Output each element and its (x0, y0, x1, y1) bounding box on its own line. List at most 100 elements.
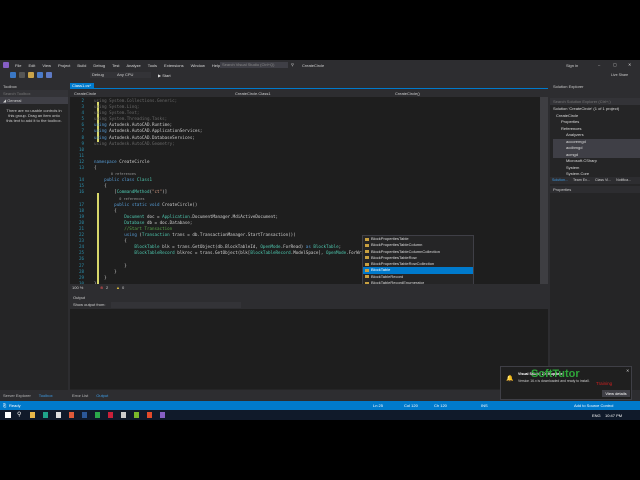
open-icon[interactable] (27, 72, 34, 78)
code-token: using (94, 134, 110, 140)
sign-in-link[interactable]: Sign in (566, 63, 578, 68)
nav-class[interactable]: CreateCircle.Class1 (235, 90, 271, 97)
app-icon[interactable] (82, 412, 87, 418)
live-share-button[interactable]: Live Share (611, 73, 628, 77)
left-bottom-tabs: Server Explorer Toolbox (3, 392, 61, 399)
menu-item-file[interactable]: File (15, 63, 21, 68)
solution-tab[interactable]: Class Vi... (595, 178, 611, 182)
save-icon[interactable] (36, 72, 43, 78)
code-token: Application (162, 213, 190, 219)
code-token: } (94, 274, 107, 280)
toolbox-search[interactable]: Search Toolbox (0, 90, 68, 97)
view-details-button[interactable]: View details (602, 390, 630, 397)
tab-server-explorer[interactable]: Server Explorer (3, 392, 31, 399)
code-token: using (94, 128, 110, 134)
autocad-icon[interactable] (108, 412, 113, 418)
code-editor[interactable]: 2 using System.Collections.Generic; 3 using… (70, 97, 540, 284)
maximize-button[interactable]: ▢ (613, 62, 617, 67)
explorer-icon[interactable] (30, 412, 35, 418)
status-col: Col 120 (404, 403, 418, 408)
platform-select[interactable]: Any CPU (115, 72, 151, 78)
tab-error-list[interactable]: Error List (72, 392, 88, 399)
menu-item-project[interactable]: Project (58, 63, 70, 68)
zoom-level[interactable]: 100 % (72, 284, 83, 292)
menu-item-edit[interactable]: Edit (28, 63, 35, 68)
code-token: CreateCircle (119, 158, 150, 164)
error-count[interactable]: 2 (106, 284, 108, 292)
minimize-button[interactable]: – (598, 62, 600, 67)
code-token: { (94, 165, 97, 171)
search-icon[interactable]: ⚲ (17, 411, 21, 418)
nav-member[interactable]: CreateCircle() (395, 90, 420, 97)
code-token: blk = trans.GetObject(db.BlockTableId, (159, 244, 261, 250)
solution-search[interactable]: Search Solution Explorer (Ctrl+;) (550, 98, 640, 105)
solution-tab[interactable]: Notifica... (616, 178, 631, 182)
app-icon[interactable] (121, 412, 126, 418)
search-icon[interactable]: ⚲ (291, 62, 294, 67)
chrome-icon[interactable] (69, 412, 74, 418)
code-token: using Autodesk.AutoCAD.Geometry; (94, 140, 175, 146)
code-token: CreateCircle() (162, 201, 198, 207)
close-notification-icon[interactable]: ✕ (626, 368, 629, 373)
undo-icon[interactable] (45, 72, 52, 78)
app-icon[interactable] (147, 412, 152, 418)
status-bar: ⎘ Ready Ln 25 Col 120 Ch 120 INS Add to … (0, 401, 640, 410)
error-icon[interactable]: ⊗ (100, 284, 103, 292)
back-icon[interactable] (9, 72, 16, 78)
code-token: .ModelSpace], (290, 250, 326, 256)
watermark-sub: Training (596, 381, 613, 386)
app-icon[interactable] (43, 412, 48, 418)
editor-status-bar: 100 % ⊗ 2 ▲ 0 (70, 284, 548, 292)
solution-tab[interactable]: Team Ex... (573, 178, 590, 182)
output-text[interactable] (70, 309, 548, 389)
code-token: namespace (94, 158, 120, 164)
code-lines[interactable]: 2 using System.Collections.Generic; 3 using… (70, 98, 399, 284)
menu-item-help[interactable]: Help (212, 63, 220, 68)
visual-studio-window: File Edit View Project Build Debug Test Analyze… (0, 60, 640, 420)
menu-item-tools[interactable]: Tools (148, 63, 157, 68)
warning-count[interactable]: 0 (122, 284, 124, 292)
start-button[interactable]: ▶ Start (158, 73, 171, 78)
tab-toolbox[interactable]: Toolbox (39, 392, 53, 399)
source-control-button[interactable]: Add to Source Control (574, 401, 613, 410)
menu-item-view[interactable]: View (42, 63, 51, 68)
autocomplete-list[interactable]: BlockPropertiesTable BlockPropertiesTable… (362, 235, 474, 284)
forward-icon[interactable] (18, 72, 25, 78)
close-button[interactable]: ✕ (628, 62, 631, 67)
menu-item-window[interactable]: Window (191, 63, 205, 68)
editor-scrollbar[interactable] (540, 97, 548, 284)
toolbox-group-general[interactable]: ◢ General (0, 97, 68, 104)
solution-tab[interactable]: Solution... (552, 178, 568, 182)
solution-tree[interactable]: Solution 'CreateCircle' (1 of 1 project)… (550, 105, 640, 177)
code-token: Class1 (136, 177, 152, 183)
code-token: "ct" (152, 189, 163, 195)
status-ch: Ch 120 (434, 403, 447, 408)
status-icon: ⎘ (3, 403, 7, 408)
clock[interactable]: 10:47 PM (605, 413, 622, 418)
main-menu: File Edit View Project Build Debug Test Analyze… (15, 63, 227, 68)
menu-item-extensions[interactable]: Extensions (164, 63, 184, 68)
notepad-icon[interactable] (56, 412, 61, 418)
menu-item-build[interactable]: Build (77, 63, 86, 68)
search-input[interactable]: Search Visual Studio (Ctrl+Q) (220, 62, 288, 68)
menu-item-analyze[interactable]: Analyze (126, 63, 140, 68)
output-source-select[interactable] (111, 301, 242, 308)
menu-item-debug[interactable]: Debug (93, 63, 105, 68)
taskbar-apps (30, 412, 173, 419)
app-icon[interactable] (95, 412, 100, 418)
visual-studio-icon[interactable] (160, 412, 165, 418)
code-token: using System.Collections.Generic; (94, 98, 178, 103)
solution-explorer-tabs: Solution... Team Ex... Class Vi... Notifica… (550, 177, 640, 184)
code-token: } (94, 262, 127, 268)
tab-class1[interactable]: Class1.cs* ✕ (70, 83, 94, 94)
nav-project[interactable]: CreateCircle (74, 90, 96, 97)
vs-logo-icon (3, 62, 9, 68)
warning-icon[interactable]: ▲ (116, 284, 120, 292)
code-token: blkrec = trans.GetObject(blk[ (174, 250, 251, 256)
windows-start-icon[interactable] (5, 412, 11, 418)
language-indicator[interactable]: ENG (592, 413, 601, 418)
tab-output[interactable]: Output (96, 392, 108, 399)
properties-title: Properties (550, 186, 640, 193)
menu-item-test[interactable]: Test (112, 63, 119, 68)
app-icon[interactable] (134, 412, 139, 418)
